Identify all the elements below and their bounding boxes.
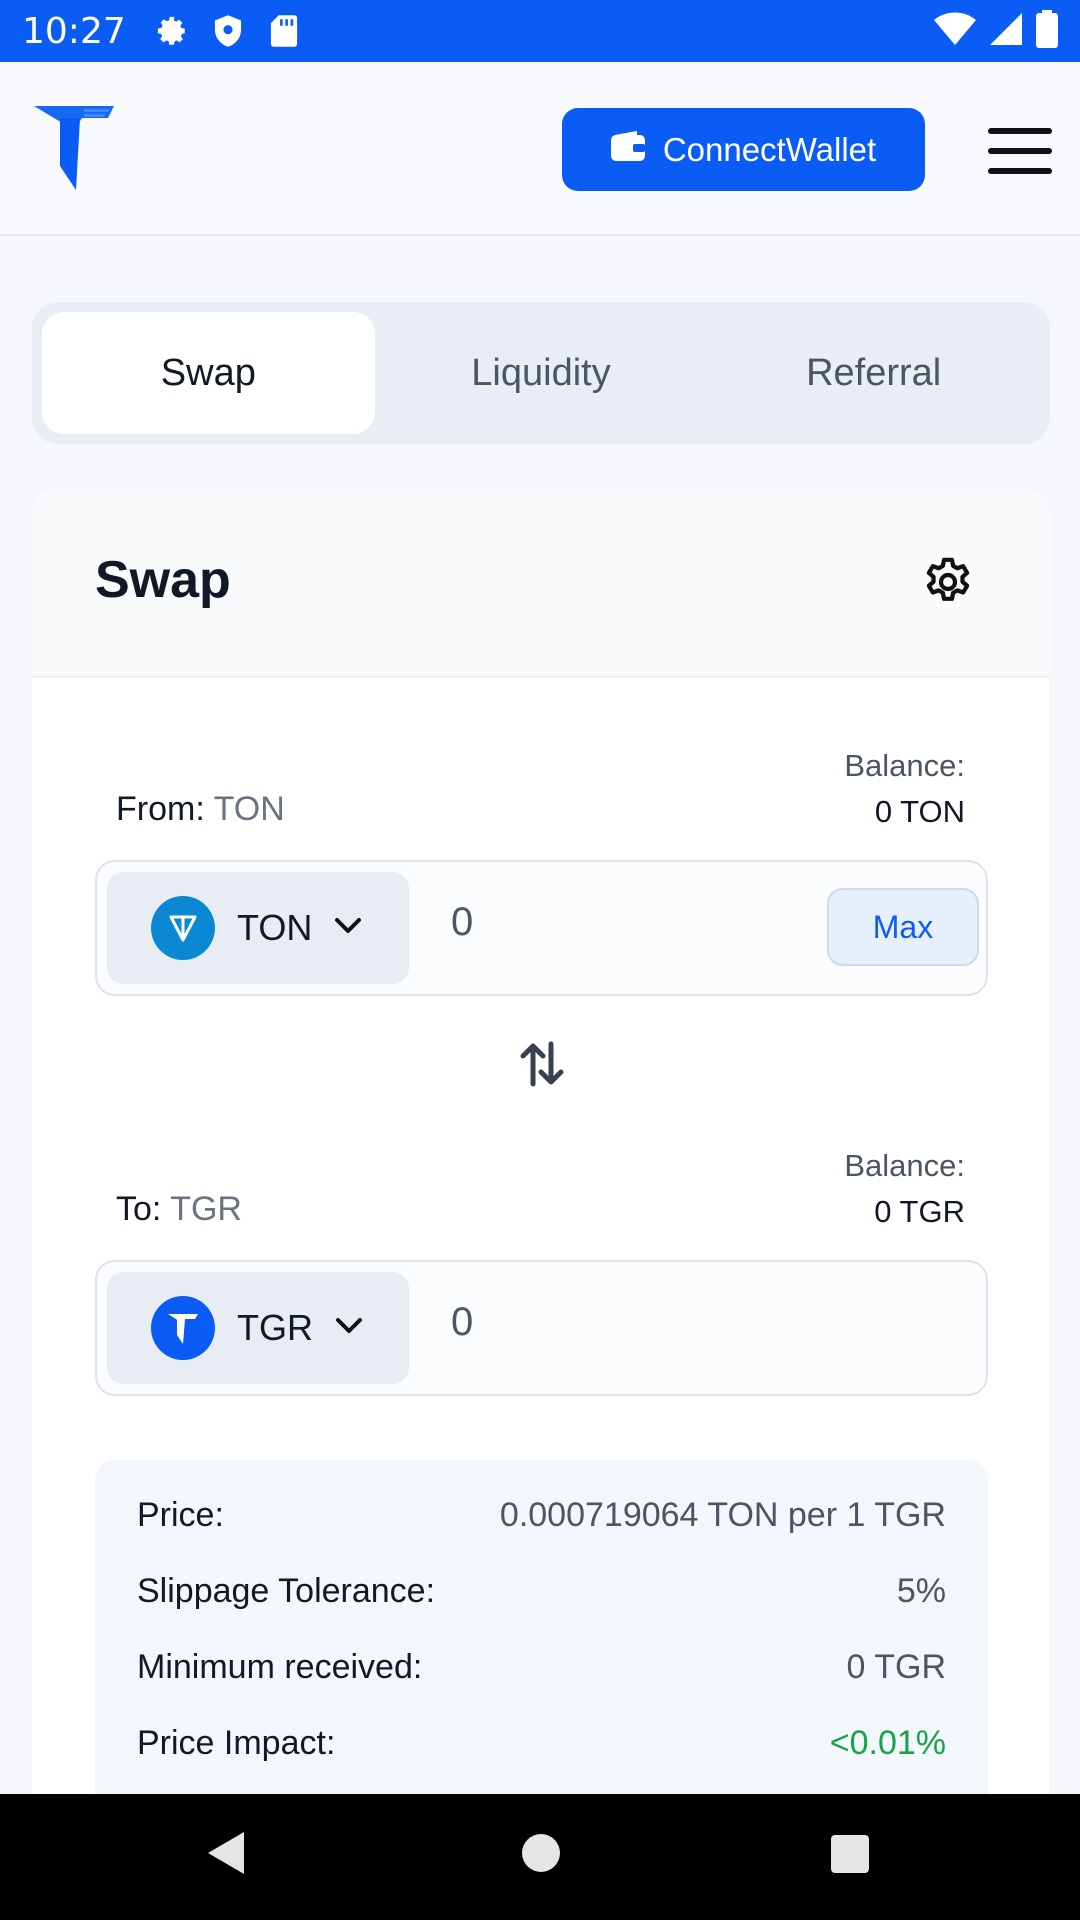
connect-wallet-button[interactable]: ConnectWallet <box>562 108 925 191</box>
price-row: Price: 0.000719064 TON per 1 TGR <box>137 1496 946 1535</box>
from-amount-input[interactable]: 0 <box>451 900 473 945</box>
tab-referral[interactable]: Referral <box>707 312 1040 434</box>
settings-icon <box>152 11 192 51</box>
ton-token-icon <box>151 896 215 960</box>
tab-liquidity[interactable]: Liquidity <box>375 312 708 434</box>
swap-card: Swap From: TON Balance: 0 TON TON 0 Max <box>32 488 1050 1828</box>
chevron-down-icon <box>334 917 362 940</box>
to-label-text: To: <box>116 1190 162 1228</box>
recents-icon[interactable] <box>830 1834 870 1879</box>
to-balance-label: Balance: <box>844 1148 965 1183</box>
from-token-select[interactable]: TON <box>107 872 409 984</box>
battery-icon <box>1036 9 1058 53</box>
tab-bar: Swap Liquidity Referral <box>32 302 1050 444</box>
to-token-name: TGR <box>237 1307 313 1348</box>
min-received-value: 0 TGR <box>846 1648 946 1686</box>
back-icon[interactable] <box>206 1830 246 1881</box>
tgr-token-icon <box>151 1296 215 1360</box>
to-label-token: TGR <box>170 1190 242 1228</box>
from-label: From: TON <box>116 790 285 829</box>
tab-swap[interactable]: Swap <box>42 312 375 434</box>
app-logo[interactable] <box>34 106 114 190</box>
slippage-value: 5% <box>896 1572 946 1610</box>
hamburger-menu-icon[interactable] <box>988 128 1052 174</box>
wifi-icon <box>934 12 976 51</box>
from-balance: Balance: 0 TON <box>844 748 965 830</box>
to-input-box: TGR 0 <box>95 1260 988 1396</box>
settings-gear-icon[interactable] <box>920 554 976 610</box>
from-label-text: From: <box>116 790 205 828</box>
slippage-row: Slippage Tolerance: 5% <box>137 1572 946 1611</box>
price-impact-label: Price Impact: <box>137 1724 336 1762</box>
wallet-icon <box>610 130 645 169</box>
shield-icon <box>208 11 248 51</box>
from-balance-label: Balance: <box>844 748 965 783</box>
sd-card-icon <box>264 11 304 51</box>
chevron-down-icon <box>335 1317 363 1340</box>
price-impact-row: Price Impact: <0.01% <box>137 1724 946 1763</box>
status-bar: 10:27 <box>0 0 1080 62</box>
to-balance-value: 0 TGR <box>874 1194 965 1229</box>
to-amount-input[interactable]: 0 <box>451 1300 473 1345</box>
to-balance: Balance: 0 TGR <box>844 1148 965 1230</box>
price-value: 0.000719064 TON per 1 TGR <box>499 1496 946 1534</box>
from-input-box: TON 0 Max <box>95 860 988 996</box>
system-nav-bar <box>0 1794 1080 1920</box>
max-button[interactable]: Max <box>827 888 979 966</box>
from-token-name: TON <box>237 907 313 948</box>
home-icon[interactable] <box>520 1832 562 1879</box>
swap-direction-icon[interactable] <box>520 1040 564 1088</box>
connect-wallet-label: ConnectWallet <box>662 130 877 168</box>
signal-icon <box>988 11 1024 52</box>
to-label: To: TGR <box>116 1190 242 1229</box>
swap-info-panel: Price: 0.000719064 TON per 1 TGR Slippag… <box>95 1460 988 1820</box>
from-label-token: TON <box>213 790 285 828</box>
status-time: 10:27 <box>22 10 126 52</box>
from-balance-value: 0 TON <box>874 794 965 829</box>
swap-card-header: Swap <box>32 488 1050 678</box>
price-impact-value: <0.01% <box>829 1724 946 1762</box>
to-token-select[interactable]: TGR <box>107 1272 409 1384</box>
swap-title: Swap <box>95 551 231 609</box>
min-received-label: Minimum received: <box>137 1648 423 1686</box>
app-header: ConnectWallet <box>0 62 1080 236</box>
price-label: Price: <box>137 1496 224 1534</box>
slippage-label: Slippage Tolerance: <box>137 1572 436 1610</box>
min-received-row: Minimum received: 0 TGR <box>137 1648 946 1687</box>
